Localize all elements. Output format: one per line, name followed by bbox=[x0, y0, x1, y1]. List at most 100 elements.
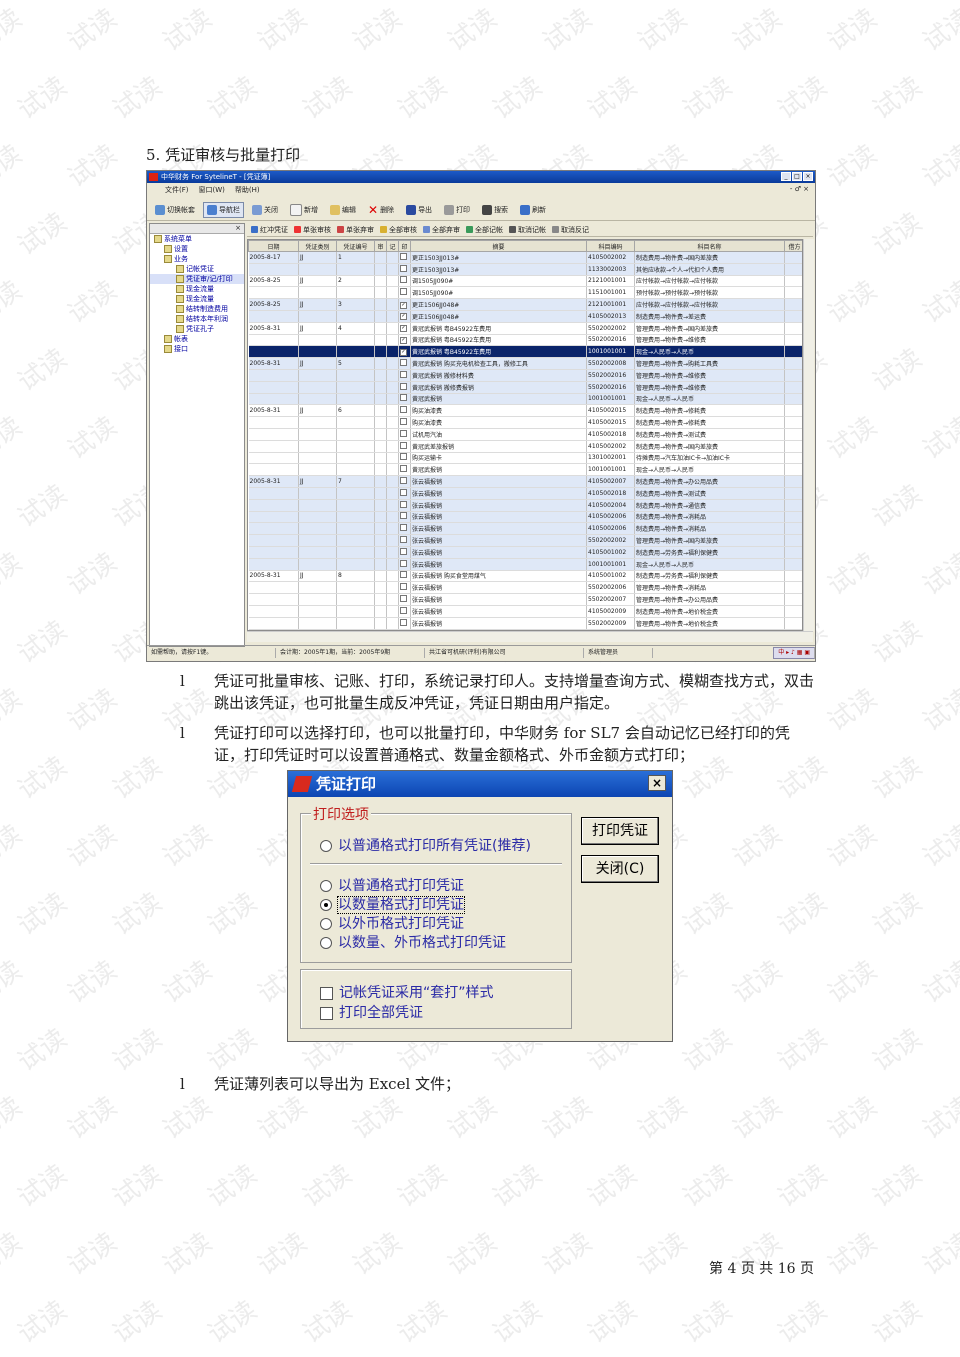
checkbox-icon[interactable] bbox=[400, 571, 407, 579]
tree-item[interactable]: 结转本年利润 bbox=[150, 314, 244, 324]
search-button[interactable]: 搜索 bbox=[478, 202, 512, 218]
checkbox-icon[interactable] bbox=[400, 441, 407, 449]
switch-account-button[interactable]: 切换帐套 bbox=[151, 202, 199, 218]
audit-all-button[interactable]: 全部审核 bbox=[380, 225, 417, 235]
close-dialog-button[interactable]: 关闭(C) bbox=[581, 855, 659, 883]
table-row[interactable]: 张云福报销 5502002007 管理费用→物件费→办公用品费 bbox=[248, 593, 802, 606]
table-row[interactable]: 黄冠武报销 1001001001 现金→人民币→人民币 bbox=[248, 463, 802, 477]
print-voucher-button[interactable]: 打印凭证 bbox=[581, 817, 659, 845]
single-audit-button[interactable]: 单张审核 bbox=[294, 225, 331, 235]
checkbox-icon[interactable] bbox=[400, 406, 407, 414]
column-header[interactable]: 借方 bbox=[784, 240, 802, 252]
checkbox-icon[interactable] bbox=[400, 382, 407, 390]
delete-button[interactable]: ✕ 删除 bbox=[364, 200, 398, 220]
unaudit-all-button[interactable]: 全部弃审 bbox=[423, 225, 460, 235]
navigation-bar-button[interactable]: 导航栏 bbox=[203, 201, 244, 218]
table-row[interactable]: 黄冠武报销 搬修材料费 5502002016 管理费用→物件费→维修费 bbox=[248, 369, 802, 382]
table-row[interactable]: 2005-8-31 JJ 6 购买油漆费 4105002015 制造费用→物件费→修耗费 bbox=[248, 404, 802, 418]
menu-window[interactable]: 窗口(W) bbox=[199, 185, 225, 195]
table-row[interactable]: 张云福报销 4105002006 制造费用→物件费→消耗品 bbox=[248, 522, 802, 536]
checkbox-icon[interactable] bbox=[400, 559, 407, 567]
checkbox-icon[interactable] bbox=[400, 618, 407, 626]
column-header[interactable]: 印 bbox=[398, 240, 411, 252]
checkbox-icon[interactable] bbox=[400, 264, 407, 272]
mdi-controls[interactable]: - ♂ × bbox=[790, 185, 809, 193]
table-row[interactable]: 张云福报销 4105002006 制造费用→物件费→消耗品 bbox=[248, 511, 802, 524]
menu-help[interactable]: 帮助(H) bbox=[235, 185, 260, 195]
table-row[interactable]: 张云福报销 4105002018 制造费用→物件费→测试费 bbox=[248, 487, 802, 500]
checkbox-icon[interactable] bbox=[400, 488, 407, 496]
checkbox-icon[interactable] bbox=[400, 429, 407, 437]
tree-item[interactable]: 现金流量 bbox=[150, 284, 244, 294]
option-normal[interactable]: 以普通格式打印凭证 bbox=[320, 875, 464, 895]
table-row[interactable]: 张云福报销 5502002009 管理费用→物件费→地价税金费 bbox=[248, 617, 802, 630]
edit-button[interactable]: 编辑 bbox=[326, 202, 360, 218]
checkbox-icon[interactable] bbox=[400, 512, 407, 520]
close-button[interactable]: × bbox=[803, 172, 813, 181]
post-all-button[interactable]: 全部记帐 bbox=[466, 225, 503, 235]
checkbox-icon[interactable]: ✓ bbox=[400, 301, 407, 309]
close-doc-button[interactable]: 关闭 bbox=[248, 202, 282, 218]
table-row[interactable]: 2005-8-31 JJ 8 张云福报销 购买食堂用煤气 4105001002 制造费用→… bbox=[248, 570, 802, 583]
table-row[interactable]: 购买运输卡 1301002001 待摊费用→汽车加油IC卡→加油IC卡 bbox=[248, 452, 802, 465]
tree-item[interactable]: 凭证审/记/打印 bbox=[150, 274, 244, 284]
table-row[interactable]: 张云福报销 4105001002 制造费用→劳务费→福利保健费 bbox=[248, 546, 802, 559]
option-quantity-foreign[interactable]: 以数量、外币格式打印凭证 bbox=[320, 932, 506, 952]
reverse-voucher-button[interactable]: 红冲凭证 bbox=[251, 225, 288, 235]
table-row[interactable]: 2005-8-31 JJ 5 黄冠武报销 购买充电机检查工具，搬修工具 55020020… bbox=[248, 357, 802, 370]
table-row[interactable]: 张云福报销 5502002006 管理费用→物件费→消耗品 bbox=[248, 581, 802, 595]
column-header[interactable]: 记 bbox=[386, 240, 399, 252]
table-row[interactable]: 2005-8-17 JJ 1 更正1503JJ013# 4105002002 制造费用→物… bbox=[248, 251, 802, 264]
column-header[interactable]: 凭证编号 bbox=[336, 240, 375, 252]
checkbox-icon[interactable] bbox=[400, 370, 407, 378]
table-row[interactable]: ✓ 黄冠武报销 粤B45922车费用 1001001001 现金→人民币→人民币 bbox=[248, 345, 802, 359]
table-row[interactable]: 试机用汽油 4105002018 制造费用→物件费→测试费 bbox=[248, 428, 802, 441]
checkbox-icon[interactable] bbox=[400, 595, 407, 602]
checkbox-icon[interactable]: ✓ bbox=[400, 325, 407, 333]
tree-item[interactable]: 系统菜单 bbox=[150, 234, 244, 244]
column-header[interactable]: 科目编码 bbox=[586, 240, 635, 252]
checkbox-icon[interactable]: ✓ bbox=[400, 336, 407, 344]
table-row[interactable]: 更正1503JJ013# 1133002003 其他应收款→个人→代扣个人费用 bbox=[248, 263, 802, 276]
checkbox-icon[interactable] bbox=[400, 288, 407, 296]
table-row[interactable]: 张云福报销 5502002002 管理费用→物件费→国内差旅费 bbox=[248, 534, 802, 547]
checkbox-template-style[interactable]: 记帐凭证采用“套打”样式 bbox=[320, 982, 494, 1002]
checkbox-icon[interactable] bbox=[400, 477, 407, 485]
minimize-button[interactable]: _ bbox=[781, 172, 791, 181]
checkbox-icon[interactable] bbox=[400, 606, 407, 614]
checkbox-icon[interactable] bbox=[400, 252, 407, 260]
checkbox-icon[interactable] bbox=[400, 500, 407, 508]
export-button[interactable]: 导出 bbox=[402, 202, 436, 218]
option-quantity[interactable]: 以数量格式打印凭证 bbox=[320, 894, 465, 914]
voucher-grid[interactable]: 日期 凭证类别 凭证编号审记印摘要 科目编码 科目名称 借方 2005-8-17 JJ 1 更正… bbox=[247, 239, 803, 631]
tree-item[interactable]: 现金流量 bbox=[150, 294, 244, 304]
tree-item[interactable]: 接口 bbox=[150, 344, 244, 354]
checkbox-icon[interactable] bbox=[400, 418, 407, 426]
new-button[interactable]: 新增 bbox=[286, 201, 322, 219]
menu-file[interactable]: 文件(F) bbox=[165, 185, 189, 195]
horizontal-scrollbar[interactable] bbox=[247, 631, 813, 642]
dialog-close-button[interactable]: × bbox=[648, 775, 666, 791]
table-row[interactable]: 张云福报销 4105002009 制造费用→物件费→地价税金费 bbox=[248, 605, 802, 618]
sidebar-close-icon[interactable]: × bbox=[235, 224, 241, 232]
table-row[interactable]: ✓ 更正1506JJ048# 4105002013 制造费用→物件费→差运费 bbox=[248, 310, 802, 323]
option-all-normal[interactable]: 以普通格式打印所有凭证(推荐) bbox=[320, 835, 531, 855]
checkbox-icon[interactable] bbox=[400, 394, 407, 402]
checkbox-icon[interactable] bbox=[400, 465, 407, 473]
table-row[interactable]: 黄冠武报销 搬修费报销 5502002016 管理费用→物件费→维修费 bbox=[248, 381, 802, 394]
checkbox-icon[interactable] bbox=[400, 536, 407, 544]
checkbox-icon[interactable] bbox=[400, 524, 407, 532]
table-row[interactable]: 张云福报销 1001001001 现金→人民币→人民币 bbox=[248, 558, 802, 571]
cancel-post-button[interactable]: 取消记帐 bbox=[509, 225, 546, 235]
checkbox-icon[interactable] bbox=[400, 583, 407, 591]
table-row[interactable]: 2005-8-25 JJ 3 ✓ 更正1506JJ048# 2121001001 应付帐款→… bbox=[248, 298, 802, 311]
table-row[interactable]: 张云福报销 4105002004 制造费用→物件费→通信费 bbox=[248, 499, 802, 512]
table-row[interactable]: 黄冠武差旅报销 4105002002 制造费用→物件费→国内差旅费 bbox=[248, 440, 802, 453]
tree-item[interactable]: 记帐凭证 bbox=[150, 264, 244, 274]
cancel-reverse-button[interactable]: 取消反记 bbox=[552, 225, 589, 235]
tree-item[interactable]: 凭证孔子 bbox=[150, 324, 244, 334]
checkbox-icon[interactable]: ✓ bbox=[400, 348, 407, 356]
tree-item[interactable]: 设置 bbox=[150, 244, 244, 254]
checkbox-print-all[interactable]: 打印全部凭证 bbox=[320, 1002, 423, 1022]
table-row[interactable]: 2005-8-31 JJ 7 张云福报销 4105002007 制造费用→物件费→办公用品… bbox=[248, 475, 802, 488]
